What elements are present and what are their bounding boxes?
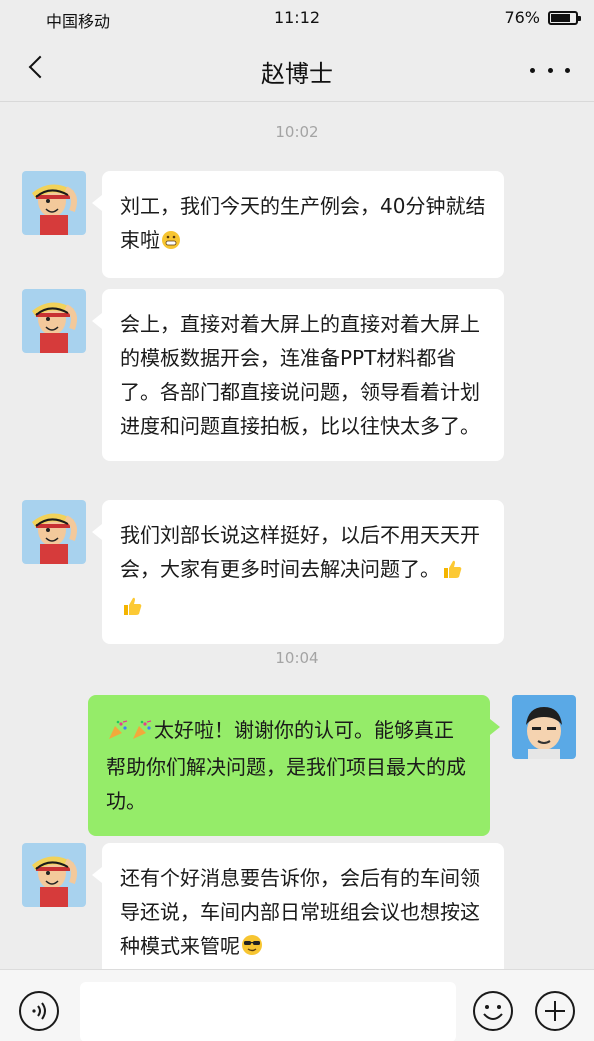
message-text: 还有个好消息要告诉你，会后有的车间领导还说，车间内部日常班组会议也想按这种模式来… bbox=[120, 866, 480, 958]
grinning-face-emoji bbox=[161, 226, 181, 260]
emoji-button[interactable] bbox=[472, 990, 514, 1032]
timestamp: 10:04 bbox=[275, 649, 319, 667]
thumbs-up-emoji bbox=[121, 592, 143, 626]
battery-icon bbox=[548, 11, 581, 25]
avatar-liu[interactable] bbox=[22, 171, 86, 235]
sunglasses-face-emoji bbox=[241, 932, 263, 966]
message-bubble[interactable]: 我们刘部长说这样挺好，以后不用天天开会，大家有更多时间去解决问题了。 bbox=[92, 500, 504, 644]
voice-button[interactable] bbox=[18, 990, 60, 1032]
smiley-icon bbox=[473, 991, 513, 1031]
input-bar bbox=[0, 969, 594, 1041]
message-input[interactable] bbox=[80, 982, 456, 1041]
nav-bar: 赵博士 bbox=[0, 36, 594, 102]
more-dots-icon bbox=[530, 67, 535, 73]
message-bubble-self[interactable]: 太好啦！谢谢你的认可。能够真正帮助你们解决问题，是我们项目最大的成功。 bbox=[88, 695, 500, 836]
message-bubble[interactable]: 还有个好消息要告诉你，会后有的车间领导还说，车间内部日常班组会议也想按这种模式来… bbox=[92, 843, 504, 969]
add-button[interactable] bbox=[534, 990, 576, 1032]
message-bubble[interactable]: 刘工，我们今天的生产例会，40分钟就结束啦 bbox=[92, 171, 504, 278]
voice-icon bbox=[19, 991, 59, 1031]
status-bar: 中国移动 11:12 76% bbox=[0, 0, 594, 36]
party-popper-emoji bbox=[131, 716, 153, 750]
avatar-zhao[interactable] bbox=[512, 695, 576, 759]
message-text: 会上，直接对着大屏上的直接对着大屏上的模板数据开会，连准备PPT材料都省了。各部… bbox=[120, 312, 480, 438]
timestamp: 10:02 bbox=[275, 123, 319, 141]
thumbs-up-emoji bbox=[441, 555, 463, 589]
battery-percentage: 76% bbox=[504, 8, 540, 27]
party-popper-emoji bbox=[107, 716, 129, 750]
chat-history[interactable]: 10:02 刘工，我们今天的生产例会，40分钟就结束啦 会上，直接对着大屏上的直… bbox=[0, 103, 594, 969]
avatar-liu[interactable] bbox=[22, 500, 86, 564]
message-text: 太好啦！谢谢你的认可。能够真正帮助你们解决问题，是我们项目最大的成功。 bbox=[106, 718, 466, 813]
message-bubble[interactable]: 会上，直接对着大屏上的直接对着大屏上的模板数据开会，连准备PPT材料都省了。各部… bbox=[92, 289, 504, 461]
more-options-button[interactable] bbox=[530, 58, 570, 82]
plus-circle-icon bbox=[535, 991, 575, 1031]
avatar-liu[interactable] bbox=[22, 289, 86, 353]
avatar-liu[interactable] bbox=[22, 843, 86, 907]
chat-title: 赵博士 bbox=[261, 60, 333, 88]
message-text: 我们刘部长说这样挺好，以后不用天天开会，大家有更多时间去解决问题了。 bbox=[120, 523, 480, 581]
